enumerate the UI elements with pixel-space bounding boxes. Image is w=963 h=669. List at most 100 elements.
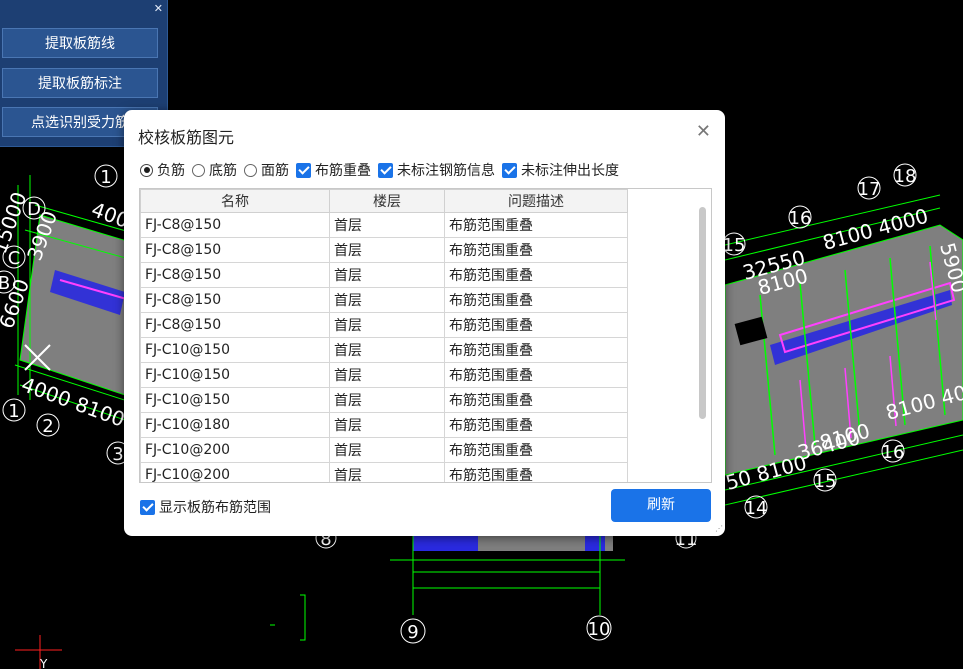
column-header-floor[interactable]: 楼层 [329,189,445,213]
radio-unselected-icon [192,163,205,177]
table-row[interactable]: FJ-C8@150 首层 布筋范围重叠 [140,312,628,338]
checkbox-label: 布筋重叠 [315,163,371,179]
radio-negative-rebar[interactable]: 负筋 [140,160,185,180]
cell-floor: 首层 [329,387,445,413]
table-row[interactable]: FJ-C10@150 首层 布筋范围重叠 [140,387,628,413]
radio-label: 面筋 [261,163,289,179]
radio-selected-icon [140,163,153,177]
ucs-origin-icon: Y [15,635,62,669]
cell-floor: 首层 [329,287,445,313]
cell-floor: 首层 [329,437,445,463]
column-header-issue[interactable]: 问题描述 [444,189,628,213]
column-header-name[interactable]: 名称 [140,189,330,213]
cell-issue: 布筋范围重叠 [444,437,628,463]
cell-issue: 布筋范围重叠 [444,337,628,363]
cell-issue: 布筋范围重叠 [444,262,628,288]
table-row[interactable]: FJ-C10@180 首层 布筋范围重叠 [140,412,628,438]
radio-label: 负筋 [157,163,185,179]
check-slab-rebar-dialog: 校核板筋图元 ✕ 负筋 底筋 面筋 布筋重叠 未标注钢筋信息 未标注伸出长度 名… [124,110,725,536]
svg-text:3: 3 [112,444,123,465]
cell-floor: 首层 [329,412,445,438]
svg-text:Y: Y [39,657,48,669]
svg-text:17: 17 [858,179,881,200]
svg-text:18: 18 [894,166,917,187]
cell-issue: 布筋范围重叠 [444,462,628,482]
checkbox-label: 未标注钢筋信息 [397,163,495,179]
cell-name: FJ-C8@150 [140,237,330,263]
checkbox-checked-icon [140,499,155,515]
dialog-title: 校核板筋图元 [138,128,235,147]
cell-name: FJ-C10@150 [140,387,330,413]
cell-floor: 首层 [329,237,445,263]
checkbox-checked-icon [378,162,393,178]
svg-text:14: 14 [745,498,768,519]
table-row[interactable]: FJ-C10@150 首层 布筋范围重叠 [140,337,628,363]
cell-name: FJ-C8@150 [140,262,330,288]
cell-floor: 首层 [329,212,445,238]
cell-name: FJ-C10@150 [140,362,330,388]
svg-text:1: 1 [8,401,19,422]
dialog-close-icon[interactable]: ✕ [696,122,711,142]
checkbox-label: 显示板筋布筋范围 [159,500,271,516]
table-row[interactable]: FJ-C10@200 首层 布筋范围重叠 [140,437,628,463]
bottom-building-fragment: 9 10 8 11 [270,527,697,644]
table-row[interactable]: FJ-C10@200 首层 布筋范围重叠 [140,462,628,482]
svg-text:15: 15 [814,471,837,492]
table-header-row: 名称 楼层 问题描述 [140,189,628,213]
checkbox-checked-icon [296,162,311,178]
svg-text:2: 2 [42,416,53,437]
svg-text:1: 1 [100,167,111,188]
svg-text:16: 16 [789,208,812,229]
cell-name: FJ-C10@150 [140,337,330,363]
issues-table[interactable]: 名称 楼层 问题描述 FJ-C8@150 首层 布筋范围重叠 FJ-C8@150 首层布… [139,188,712,483]
cell-name: FJ-C10@180 [140,412,330,438]
checkbox-missing-extension-length[interactable]: 未标注伸出长度 [502,160,619,180]
refresh-button[interactable]: 刷新 [611,489,711,522]
table-row[interactable]: FJ-C10@150 首层 布筋范围重叠 [140,362,628,388]
checkbox-label: 未标注伸出长度 [521,163,619,179]
cell-issue: 布筋范围重叠 [444,412,628,438]
cell-issue: 布筋范围重叠 [444,212,628,238]
cell-issue: 布筋范围重叠 [444,362,628,388]
cell-floor: 首层 [329,337,445,363]
checkbox-overlap[interactable]: 布筋重叠 [296,160,371,180]
cell-issue: 布筋范围重叠 [444,312,628,338]
svg-text:15: 15 [723,235,746,256]
cell-name: FJ-C8@150 [140,287,330,313]
show-rebar-range-checkbox[interactable]: 显示板筋布筋范围 [140,497,271,517]
resize-grip-icon[interactable]: ⋰ [715,524,723,533]
table-scrollbar[interactable] [699,207,706,419]
cell-floor: 首层 [329,312,445,338]
extract-rebar-lines-button[interactable]: 提取板筋线 [2,28,158,58]
svg-text:D: D [27,199,41,220]
extract-rebar-annotations-button[interactable]: 提取板筋标注 [2,68,158,98]
table-row[interactable]: FJ-C8@150 首层 布筋范围重叠 [140,262,628,288]
svg-text:9: 9 [407,622,418,643]
radio-label: 底筋 [209,163,237,179]
cell-name: FJ-C8@150 [140,212,330,238]
cell-issue: 布筋范围重叠 [444,287,628,313]
cell-name: FJ-C10@200 [140,437,330,463]
radio-unselected-icon [244,163,257,177]
svg-text:B: B [0,273,10,294]
cell-floor: 首层 [329,262,445,288]
svg-text:10: 10 [588,619,611,640]
cell-name: FJ-C10@200 [140,462,330,482]
panel-close-icon[interactable]: ✕ [154,3,163,15]
checkbox-missing-rebar-info[interactable]: 未标注钢筋信息 [378,160,495,180]
cell-floor: 首层 [329,462,445,482]
radio-bottom-rebar[interactable]: 底筋 [192,160,237,180]
table-row[interactable]: FJ-C8@150 首层 布筋范围重叠 [140,287,628,313]
checkbox-checked-icon [502,162,517,178]
svg-text:C: C [8,248,21,269]
svg-text:16: 16 [882,442,905,463]
table-row[interactable]: FJ-C8@150 首层 布筋范围重叠 [140,212,628,238]
radio-top-rebar[interactable]: 面筋 [244,160,289,180]
cell-name: FJ-C8@150 [140,312,330,338]
table-row[interactable]: FJ-C8@150 首层 布筋范围重叠 [140,237,628,263]
filter-options: 负筋 底筋 面筋 布筋重叠 未标注钢筋信息 未标注伸出长度 [140,160,626,180]
cell-floor: 首层 [329,362,445,388]
cell-issue: 布筋范围重叠 [444,387,628,413]
right-building-plan: 32550 8100 8100 4000 5900 8100 40 8100 3… [722,163,963,519]
cell-issue: 布筋范围重叠 [444,237,628,263]
